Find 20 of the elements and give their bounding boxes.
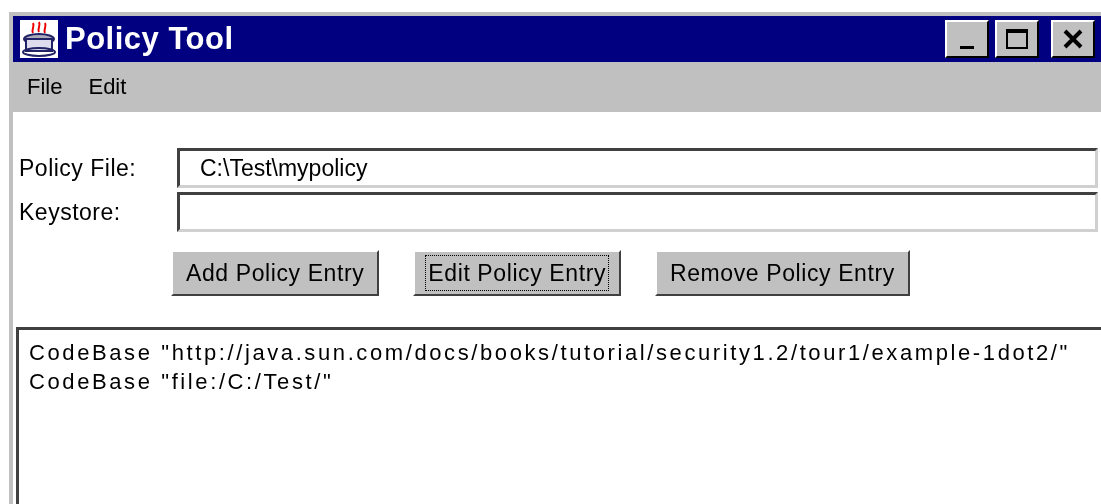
maximize-button[interactable] bbox=[995, 20, 1039, 58]
minimize-button[interactable] bbox=[945, 20, 989, 58]
input-field[interactable] bbox=[177, 192, 1098, 232]
action-button[interactable]: Edit Policy Entry bbox=[413, 250, 621, 296]
maximize-icon bbox=[1005, 28, 1029, 50]
close-icon bbox=[1062, 28, 1084, 50]
list-entry[interactable]: CodeBase "file:/C:/Test/" bbox=[29, 367, 1091, 396]
menu-item[interactable]: File bbox=[23, 74, 77, 100]
close-button[interactable] bbox=[1051, 20, 1095, 58]
menu-item[interactable]: Edit bbox=[84, 74, 141, 100]
input-field[interactable]: C:\Test\mypolicy bbox=[177, 148, 1098, 188]
app-icon bbox=[19, 19, 59, 59]
field-label: Policy File: bbox=[19, 154, 138, 182]
action-button[interactable]: Add Policy Entry bbox=[171, 250, 380, 296]
field-label: Keystore: bbox=[19, 198, 122, 226]
policy-entry-list[interactable]: CodeBase "http://java.sun.com/docs/books/tutorial/security1.2/tour1/example-1dot2/" CodeBase "file:/C:/Test/" bbox=[16, 327, 1101, 504]
window-title: Policy Tool bbox=[65, 21, 235, 57]
list-entry[interactable]: CodeBase "http://java.sun.com/docs/books/tutorial/security1.2/tour1/example-1dot2/" bbox=[29, 338, 1091, 367]
action-button[interactable]: Remove Policy Entry bbox=[655, 250, 910, 296]
minimize-icon bbox=[960, 45, 974, 49]
